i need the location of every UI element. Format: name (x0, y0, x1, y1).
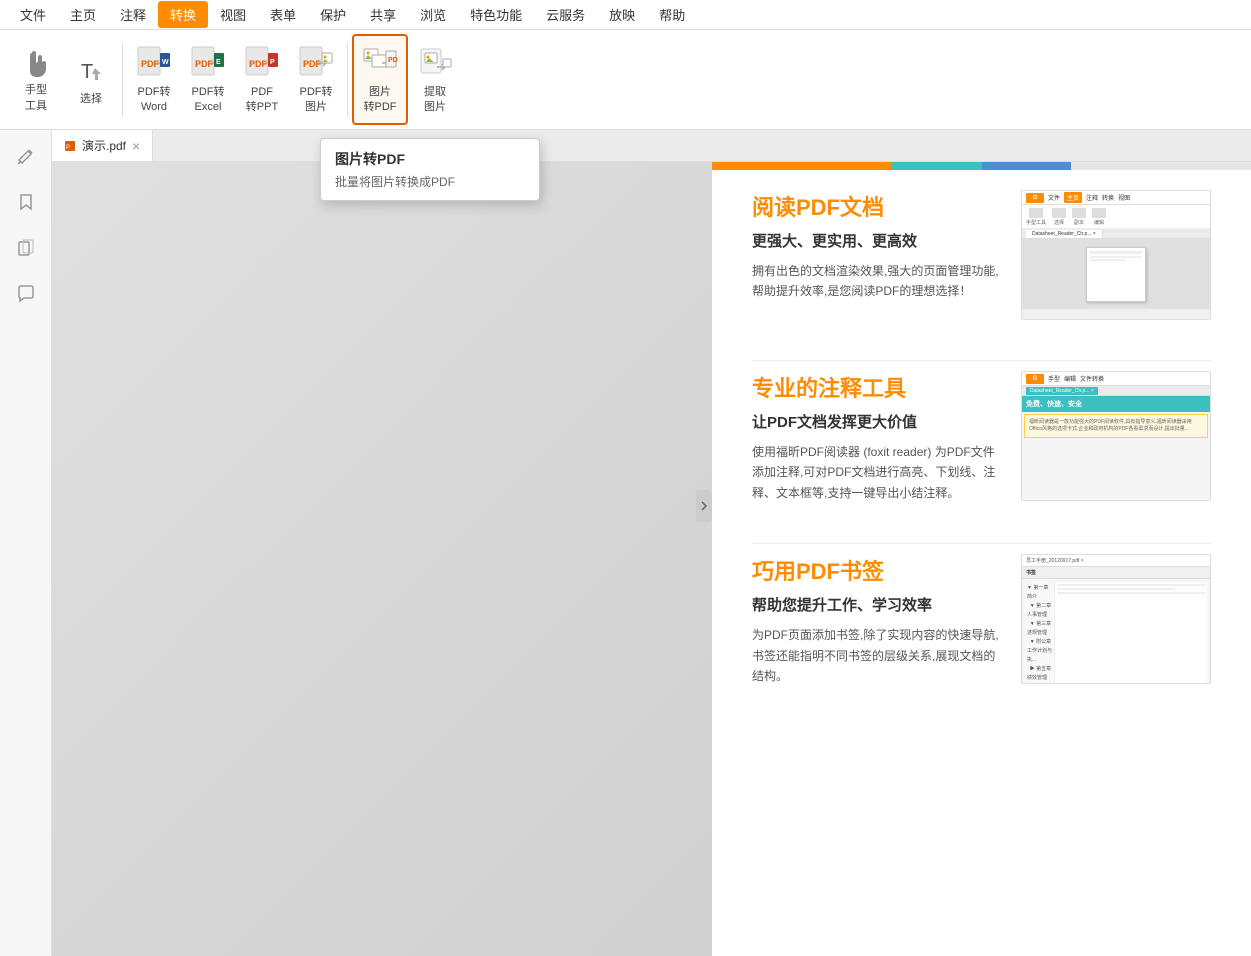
svg-text:W: W (162, 59, 169, 66)
right-panel: 阅读PDF文档 更强大、更实用、更高效 拥有出色的文档渲染效果,强大的页面管理功… (712, 162, 1251, 956)
feature-read-desc: 拥有出色的文档渲染效果,强大的页面管理功能, 帮助提升效率,是您阅读PDF的理想… (752, 261, 1001, 302)
menubar: 文件 主页 注释 转换 视图 表单 保护 共享 浏览 特色功能 云服务 放映 帮… (0, 0, 1251, 30)
left-panel (52, 162, 712, 956)
sidebar-edit-icon[interactable] (8, 138, 44, 174)
svg-text:T: T (81, 61, 93, 83)
pdf-to-img-label: PDF转图片 (300, 85, 333, 114)
feature-bookmark-text: 巧用PDF书签 帮助您提升工作、学习效率 为PDF页面添加书签,除了实现内容的快… (752, 554, 1001, 686)
sidebar-bookmark-icon[interactable] (8, 184, 44, 220)
pdf-tab-icon: P (64, 140, 76, 152)
tooltip-box: 图片转PDF 批量将图片转换成PDF (320, 138, 540, 201)
tab-filename: 演示.pdf (82, 137, 126, 154)
tab-close-button[interactable]: × (132, 138, 140, 154)
divider2 (347, 42, 348, 117)
strip-orange (712, 162, 892, 170)
hand-tool-label: 手型工具 (25, 81, 47, 113)
collapse-arrow[interactable] (696, 490, 712, 522)
pdf-to-ppt-label: PDF转PPT (246, 85, 278, 114)
strip-teal (892, 162, 982, 170)
menu-form[interactable]: 表单 (258, 1, 308, 28)
svg-text:PDF: PDF (388, 57, 398, 64)
tab-item[interactable]: P 演示.pdf × (52, 130, 153, 161)
svg-text:PDF: PDF (195, 59, 214, 69)
feature-annotate-desc: 使用福昕PDF阅读器 (foxit reader) 为PDF文件添加注释,可对P… (752, 442, 1001, 503)
feature-read-subtitle: 更强大、更实用、更高效 (752, 230, 1001, 251)
left-sidebar (0, 130, 52, 956)
pdf-to-excel-label: PDF转Excel (192, 85, 225, 114)
pdf-to-excel-button[interactable]: PDF E PDF转Excel (181, 34, 235, 125)
tooltip-title: 图片转PDF (335, 149, 525, 169)
sidebar-pages-icon[interactable] (8, 230, 44, 266)
img-to-pdf-button[interactable]: PDF 图片转PDF (352, 34, 408, 125)
menu-special[interactable]: 特色功能 (458, 1, 534, 28)
feature-annotate-text: 专业的注释工具 让PDF文档发挥更大价值 使用福昕PDF阅读器 (foxit r… (752, 371, 1001, 503)
main-content: 阅读PDF文档 更强大、更实用、更高效 拥有出色的文档渲染效果,强大的页面管理功… (52, 162, 1251, 956)
divider-annotate-bookmark (752, 543, 1211, 544)
extract-img-button[interactable]: 提取图片 (408, 34, 462, 125)
select-label: 选择 (80, 92, 102, 106)
feature-annotate: 专业的注释工具 让PDF文档发挥更大价值 使用福昕PDF阅读器 (foxit r… (752, 371, 1211, 503)
menu-convert[interactable]: 转换 (158, 1, 208, 28)
select-button[interactable]: T 选择 (64, 34, 118, 125)
pdf-to-ppt-button[interactable]: PDF P PDF转PPT (235, 34, 289, 125)
pdf-to-word-icon: PDF W (136, 45, 172, 81)
svg-text:PDF: PDF (249, 59, 268, 69)
chevron-right-icon (700, 500, 708, 512)
pdf-to-img-button[interactable]: PDF PDF转图片 (289, 34, 343, 125)
menu-view[interactable]: 视图 (208, 1, 258, 28)
svg-text:P: P (270, 59, 275, 66)
pdf-to-img-icon: PDF (298, 45, 334, 81)
extract-img-label: 提取图片 (424, 85, 446, 114)
extract-img-icon (417, 45, 453, 81)
svg-text:E: E (216, 59, 221, 66)
pdf-to-ppt-icon: PDF P (244, 45, 280, 81)
divider-read-annotate (752, 360, 1211, 361)
menu-help[interactable]: 帮助 (647, 1, 697, 28)
tab-bar: P 演示.pdf × (52, 130, 1251, 162)
pdf-to-excel-icon: PDF E (190, 45, 226, 81)
pdf-to-word-button[interactable]: PDF W PDF转Word (127, 34, 181, 125)
feature-read-title: 阅读PDF文档 (752, 190, 1001, 222)
strip-blue (982, 162, 1072, 170)
svg-text:P: P (66, 145, 70, 151)
hand-tool-icon (20, 47, 52, 79)
feature-annotate-subtitle: 让PDF文档发挥更大价值 (752, 411, 1001, 432)
sidebar-comment-icon[interactable] (8, 276, 44, 312)
strip-gray (1071, 162, 1251, 170)
menu-file[interactable]: 文件 (8, 1, 58, 28)
img-to-pdf-label: 图片转PDF (364, 85, 397, 114)
menu-slideshow[interactable]: 放映 (597, 1, 647, 28)
feature-annotate-img: G 手型 编辑 文件转换 Datasheet_Reader_Ch.p... × … (1021, 371, 1211, 501)
feature-bookmark-title: 巧用PDF书签 (752, 554, 1001, 586)
menu-protect[interactable]: 保护 (308, 1, 358, 28)
feature-bookmark: 巧用PDF书签 帮助您提升工作、学习效率 为PDF页面添加书签,除了实现内容的快… (752, 554, 1211, 686)
svg-text:PDF: PDF (141, 59, 160, 69)
menu-annotate[interactable]: 注释 (108, 1, 158, 28)
feature-bookmark-desc: 为PDF页面添加书签,除了实现内容的快速导航,书签还能指明不同书签的层级关系,展… (752, 625, 1001, 686)
tooltip-desc: 批量将图片转换成PDF (335, 173, 525, 190)
menu-cloud[interactable]: 云服务 (534, 1, 597, 28)
select-icon: T (73, 52, 109, 88)
svg-text:PDF: PDF (303, 59, 322, 69)
toolbar: 手型工具 T 选择 PDF W PDF转Word (0, 30, 1251, 130)
pdf-to-word-label: PDF转Word (138, 85, 171, 114)
feature-bookmark-img: 员工手册_20120917.pdf × 书签 ▼ 第一章 简介 ▼ 第二章 人事… (1021, 554, 1211, 684)
img-to-pdf-icon: PDF (362, 45, 398, 81)
menu-share[interactable]: 共享 (358, 1, 408, 28)
feature-read: 阅读PDF文档 更强大、更实用、更高效 拥有出色的文档渲染效果,强大的页面管理功… (752, 190, 1211, 320)
feature-read-img: G 文件 主页 注释 转换 视图 手型工具 (1021, 190, 1211, 320)
divider1 (122, 42, 123, 117)
feature-read-text: 阅读PDF文档 更强大、更实用、更高效 拥有出色的文档渲染效果,强大的页面管理功… (752, 190, 1001, 302)
feature-annotate-title: 专业的注释工具 (752, 371, 1001, 403)
menu-browse[interactable]: 浏览 (408, 1, 458, 28)
menu-home[interactable]: 主页 (58, 1, 108, 28)
hand-tool-button[interactable]: 手型工具 (8, 34, 64, 125)
feature-bookmark-subtitle: 帮助您提升工作、学习效率 (752, 594, 1001, 615)
color-strip (712, 162, 1251, 170)
